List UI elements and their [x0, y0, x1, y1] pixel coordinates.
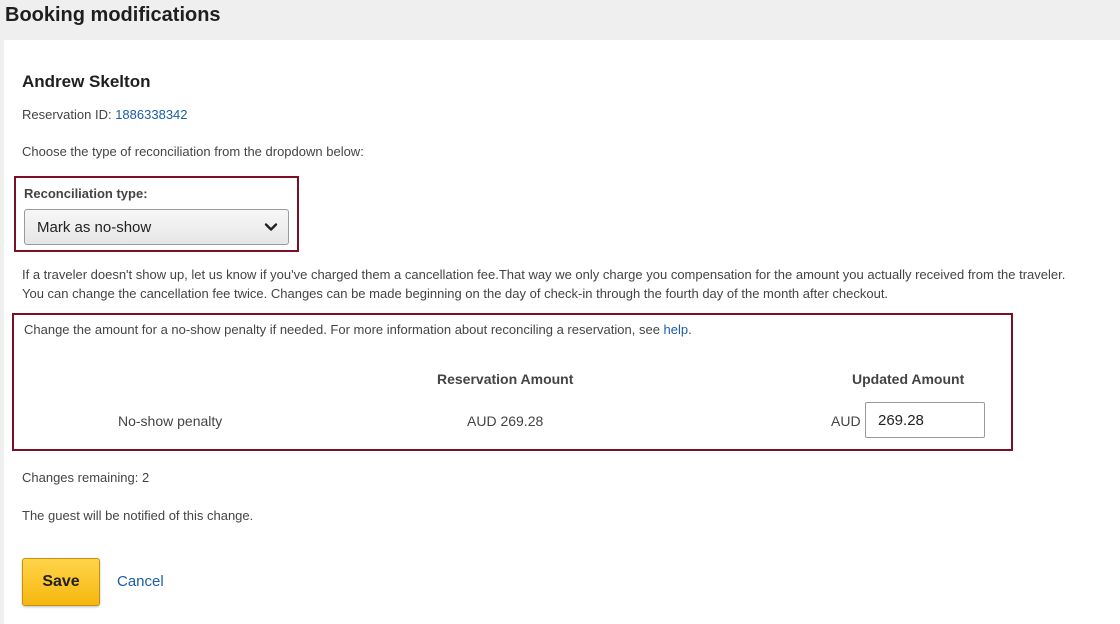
reconciliation-type-select[interactable]: Mark as no-show	[24, 209, 289, 245]
reconciliation-type-label: Reconciliation type:	[24, 186, 148, 201]
amount-description-text: Change the amount for a no-show penalty …	[24, 322, 664, 337]
page-header: Booking modifications	[0, 0, 1120, 40]
column-header-reservation-amount: Reservation Amount	[437, 371, 574, 387]
reservation-id-label: Reservation ID:	[22, 107, 116, 122]
reconciliation-info-line1: If a traveler doesn't show up, let us kn…	[22, 267, 1066, 282]
column-header-updated-amount: Updated Amount	[852, 371, 965, 387]
reconciliation-info-line2: You can change the cancellation fee twic…	[22, 286, 889, 301]
reconciliation-type-value: Mark as no-show	[37, 219, 152, 236]
guest-notification-text: The guest will be notified of this chang…	[22, 508, 254, 523]
reconciliation-section: Reconciliation type: Mark as no-show	[14, 176, 299, 252]
changes-remaining: Changes remaining: 2	[22, 470, 150, 485]
reservation-id-row: Reservation ID: 1886338342	[22, 107, 188, 122]
amount-section: Change the amount for a no-show penalty …	[12, 313, 1013, 451]
cancel-link[interactable]: Cancel	[117, 573, 164, 590]
reservation-amount-value: AUD 269.28	[467, 413, 544, 429]
chevron-down-icon	[264, 223, 278, 231]
penalty-row-label: No-show penalty	[118, 413, 223, 429]
help-link[interactable]: help	[664, 322, 689, 337]
booking-panel: Andrew Skelton Reservation ID: 188633834…	[4, 40, 1120, 624]
amount-description: Change the amount for a no-show penalty …	[24, 322, 692, 337]
currency-label: AUD	[831, 413, 861, 429]
page-title: Booking modifications	[5, 4, 221, 26]
reconciliation-info: If a traveler doesn't show up, let us kn…	[22, 265, 1102, 303]
amount-description-end: .	[688, 322, 692, 337]
save-button[interactable]: Save	[22, 558, 100, 606]
updated-amount-input[interactable]	[865, 402, 985, 438]
reservation-id-link[interactable]: 1886338342	[115, 107, 187, 122]
guest-name: Andrew Skelton	[22, 72, 151, 91]
reconciliation-instruction: Choose the type of reconciliation from t…	[22, 144, 364, 159]
